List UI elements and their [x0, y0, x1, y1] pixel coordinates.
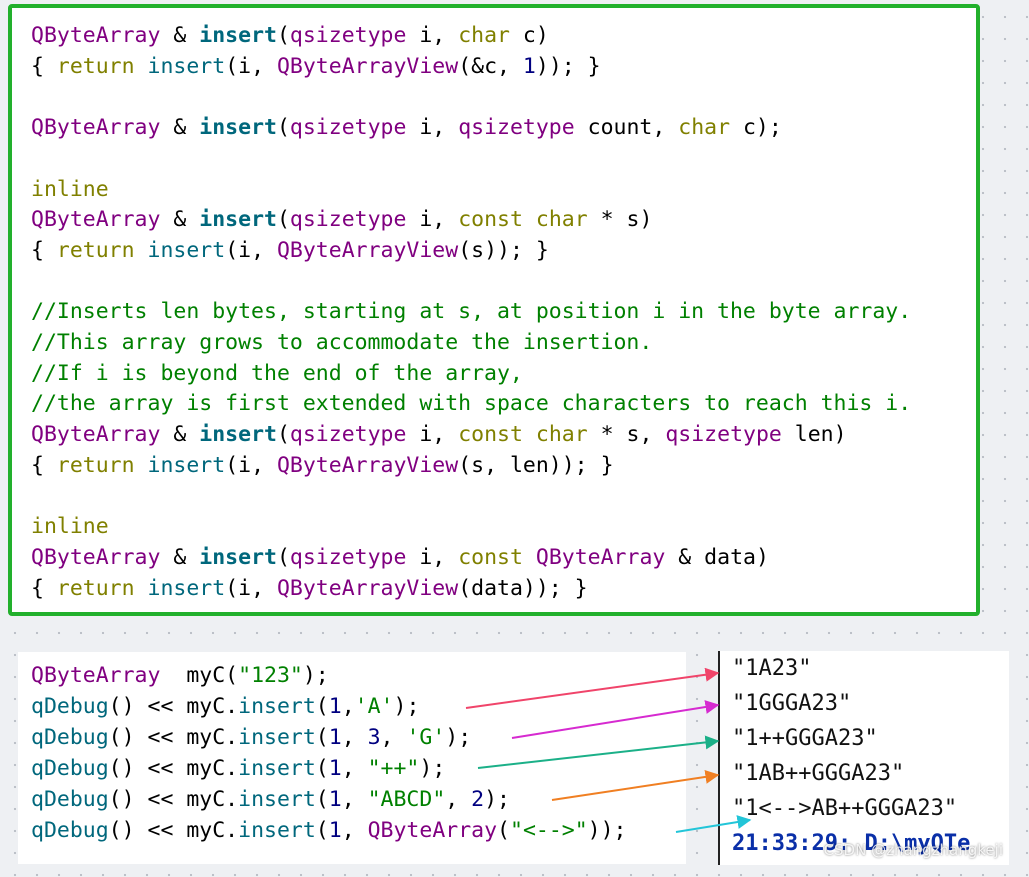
annotation-arrow: [477, 735, 720, 769]
annotation-arrow: [675, 815, 752, 833]
annotation-arrow: [465, 667, 720, 709]
annotation-arrow: [511, 700, 720, 739]
annotation-arrow: [551, 769, 720, 801]
arrow-overlay: [465, 667, 752, 833]
